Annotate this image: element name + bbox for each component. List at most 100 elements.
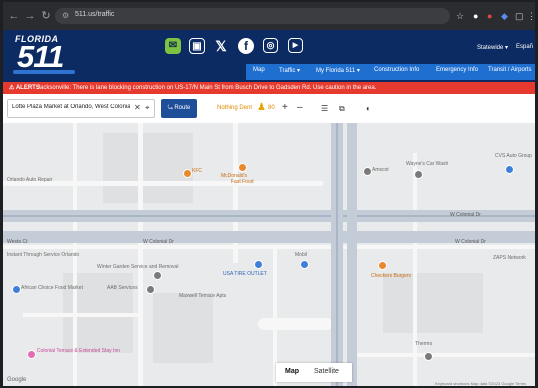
- contrast-icon[interactable]: ◐: [366, 104, 371, 113]
- minor-road: [353, 353, 535, 357]
- layers-icon[interactable]: ⧉: [339, 104, 345, 114]
- route-button[interactable]: ⤿ Route: [161, 99, 197, 118]
- map-block: [103, 133, 193, 203]
- extension-shield-icon[interactable]: ◆: [501, 9, 508, 23]
- parking-label[interactable]: Nothing Dent: [217, 105, 252, 111]
- poi-label[interactable]: Colonial Terrace & Extended Stay Inn: [37, 348, 120, 354]
- minor-road: [23, 313, 138, 317]
- poi-label[interactable]: Fast Food: [231, 179, 254, 185]
- alert-label: ⚠ ALERTS: [9, 85, 40, 91]
- business-pin-icon[interactable]: [424, 352, 433, 361]
- poi-label[interactable]: CVS Auto Group: [495, 153, 532, 159]
- business-pin-icon[interactable]: [363, 167, 372, 176]
- business-pin-icon[interactable]: [146, 285, 155, 294]
- site-header: FLORIDA 511 ✉ ▣ 𝕏 f ◎ ▶ Statewide ▾ Espa…: [3, 30, 535, 82]
- address-bar[interactable]: ⚙ 511.us/traffic: [55, 8, 450, 24]
- site-info-icon[interactable]: ⚙: [62, 11, 69, 20]
- food-pin-icon[interactable]: [183, 169, 192, 178]
- search-value: Lotte Plaza Market at Orlando, West Colo…: [12, 104, 130, 110]
- browser-toolbar: ← → ↻ ⚙ 511.us/traffic ☆ ● ● ◆ ▢ ⋮: [3, 2, 535, 30]
- street-label: W Colonial Dr: [143, 239, 174, 245]
- browser-window: ← → ↻ ⚙ 511.us/traffic ☆ ● ● ◆ ▢ ⋮ FLORI…: [3, 2, 535, 386]
- poi-label[interactable]: AAB Services: [107, 285, 138, 291]
- street-label: W Colonial Dr: [455, 239, 486, 245]
- extension-record-icon[interactable]: ●: [487, 9, 492, 23]
- north-south-road: [347, 123, 357, 386]
- zoom-in-button[interactable]: +: [282, 102, 288, 113]
- instagram-icon[interactable]: ◎: [263, 38, 278, 53]
- menu-dots-icon[interactable]: ⋮: [527, 9, 535, 23]
- poi-label[interactable]: Orlando Auto Repair: [7, 177, 52, 183]
- email-icon[interactable]: ✉: [165, 38, 181, 54]
- poi-label[interactable]: Thermo: [415, 341, 432, 347]
- amber-alert-icon[interactable]: ♟: [257, 102, 266, 113]
- map-toolbar: Lotte Plaza Market at Orlando, West Colo…: [3, 94, 535, 124]
- poi-label[interactable]: Amscot: [372, 167, 389, 173]
- hotel-pin-icon[interactable]: [27, 350, 36, 359]
- google-logo: Google: [7, 377, 27, 383]
- menu-item-my-florida-511[interactable]: My Florida 511 ▾: [316, 67, 360, 74]
- language-link[interactable]: Españ: [516, 44, 533, 50]
- poi-label[interactable]: ZAPS Network: [493, 255, 526, 261]
- shop-pin-icon[interactable]: [505, 165, 514, 174]
- minor-road: [138, 123, 143, 386]
- map-block: [383, 273, 483, 333]
- bookmark-star-icon[interactable]: ☆: [456, 9, 464, 23]
- minor-road: [3, 245, 535, 249]
- youtube-icon[interactable]: ▶: [288, 38, 303, 53]
- list-icon[interactable]: ☰: [321, 104, 328, 113]
- alert-banner[interactable]: ⚠ ALERTS Jacksonville: There is lane blo…: [3, 82, 535, 94]
- x-icon[interactable]: 𝕏: [213, 38, 229, 54]
- map-view-button[interactable]: Map: [285, 368, 299, 375]
- poi-label[interactable]: USA TIRE OUTLET: [223, 271, 267, 277]
- shop-pin-icon[interactable]: [12, 285, 21, 294]
- my-location-icon[interactable]: ⌖: [145, 103, 150, 113]
- poi-label[interactable]: KFC: [192, 168, 202, 174]
- menu-item-traffic[interactable]: Traffic ▾: [279, 67, 300, 74]
- poi-label[interactable]: Instant Through Service Orlando: [7, 252, 79, 258]
- road-divider: [336, 123, 338, 386]
- clear-search-icon[interactable]: ✕: [134, 103, 141, 112]
- business-pin-icon[interactable]: [153, 271, 162, 280]
- poi-label[interactable]: Winter Garden Service and Removal: [97, 264, 178, 270]
- logo-swoosh: [13, 70, 75, 74]
- logo-511-text: 511: [17, 39, 64, 74]
- phone-app-icon[interactable]: ▣: [189, 38, 205, 54]
- business-pin-icon[interactable]: [414, 170, 423, 179]
- facebook-icon[interactable]: f: [238, 38, 254, 54]
- reload-icon[interactable]: ↻: [39, 9, 53, 23]
- street-label: Westa Ct: [7, 239, 28, 245]
- map-block: [153, 293, 213, 363]
- poi-label[interactable]: Checkers Burgers: [371, 273, 411, 279]
- satellite-view-button[interactable]: Satellite: [314, 368, 339, 375]
- extension-icon[interactable]: ●: [473, 9, 478, 23]
- food-pin-icon[interactable]: [378, 261, 387, 270]
- back-icon[interactable]: ←: [7, 9, 21, 23]
- street-label: W Colonial Dr: [450, 212, 481, 218]
- url-text: 511.us/traffic: [75, 11, 115, 18]
- search-input[interactable]: Lotte Plaza Market at Orlando, West Colo…: [7, 99, 155, 118]
- menu-item-transit-airports[interactable]: Transit / Airports: [488, 67, 531, 73]
- region-select[interactable]: Statewide ▾: [477, 44, 508, 51]
- forward-icon[interactable]: →: [23, 9, 37, 23]
- map-canvas[interactable]: W Colonial Dr W Colonial Dr W Colonial D…: [3, 123, 535, 386]
- menu-item-construction-info[interactable]: Construction Info: [374, 67, 419, 73]
- map-footer[interactable]: Keyboard shortcuts Map data ©2023 Google…: [435, 381, 526, 386]
- gas-pin-icon[interactable]: [300, 260, 309, 269]
- poi-label[interactable]: African Choice Food Market: [21, 285, 83, 291]
- tab-icon[interactable]: ▢: [515, 9, 524, 23]
- alert-text: Jacksonville: There is lane blocking con…: [37, 85, 377, 91]
- minor-road: [258, 318, 333, 330]
- map-type-control: Map Satellite: [276, 363, 352, 382]
- minor-road: [413, 153, 417, 386]
- menu-item-map[interactable]: Map: [253, 67, 265, 73]
- main-menu: Map Traffic ▾ My Florida 511 ▾ Construct…: [246, 64, 535, 80]
- shop-pin-icon[interactable]: [254, 260, 263, 269]
- poi-label[interactable]: Maxwell Terrace Apts: [179, 293, 226, 299]
- poi-label[interactable]: Wayne's Car Wash: [406, 161, 448, 167]
- zoom-out-button[interactable]: –: [297, 102, 303, 113]
- food-pin-icon[interactable]: [238, 163, 247, 172]
- amber-alert-value: 80: [268, 105, 275, 111]
- menu-item-emergency-info[interactable]: Emergency Info: [436, 67, 478, 73]
- poi-label[interactable]: Mobil: [295, 252, 307, 258]
